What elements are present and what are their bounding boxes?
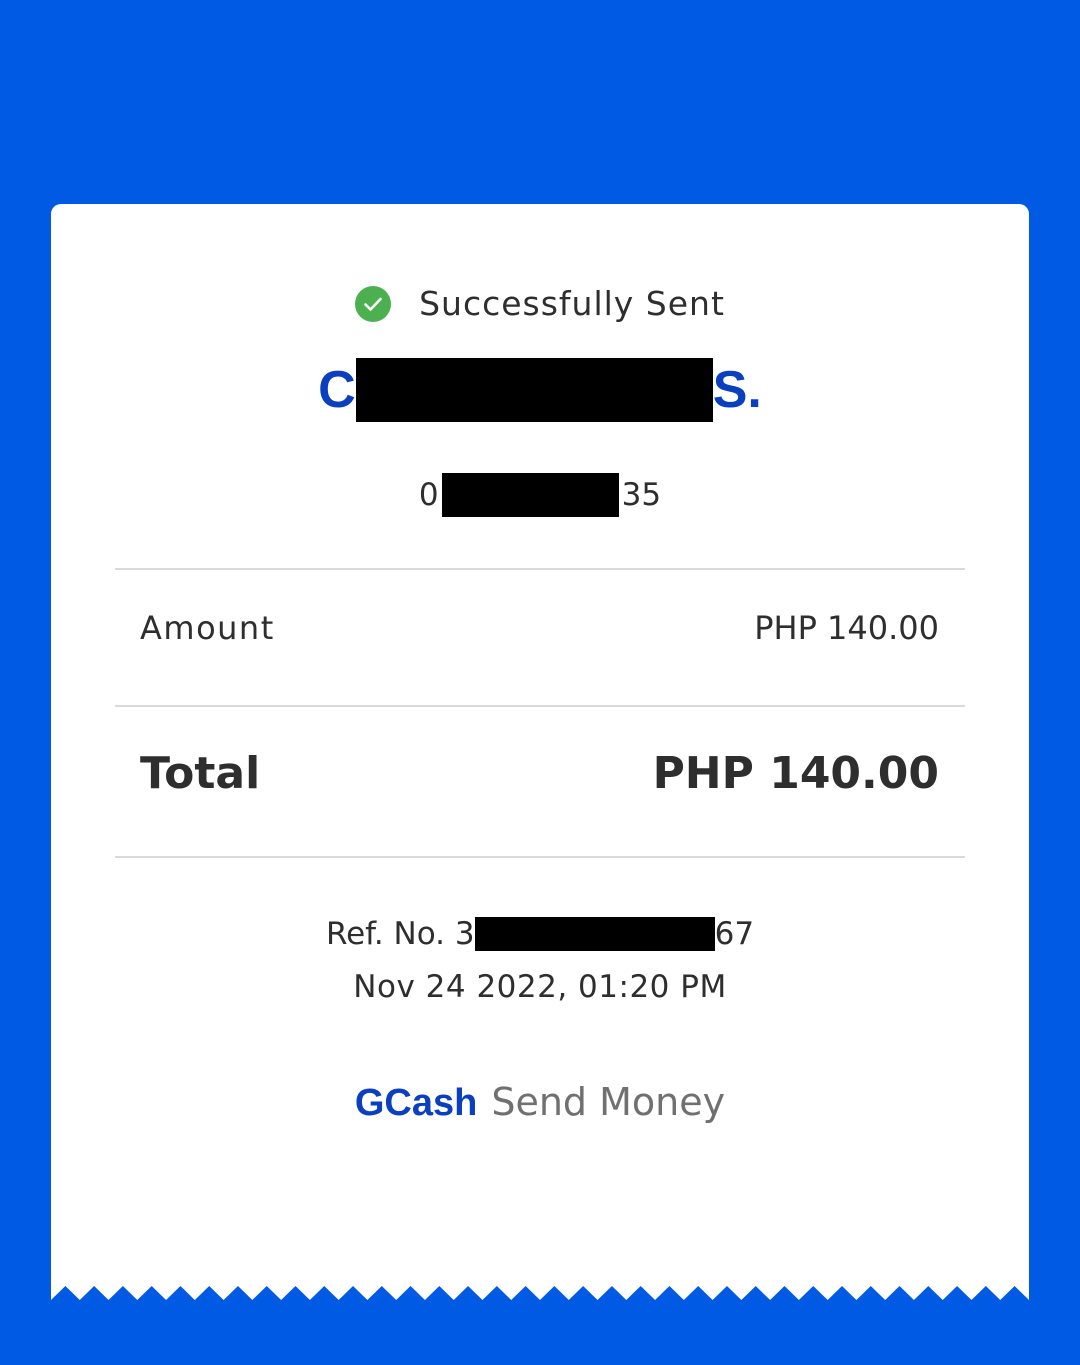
divider bbox=[115, 568, 965, 570]
amount-label: Amount bbox=[140, 609, 275, 647]
recipient-name: C S. bbox=[51, 356, 1029, 424]
receipt-card: Successfully Sent C S. 0 35 Amount PHP 1… bbox=[51, 204, 1029, 1286]
redaction-bar bbox=[355, 358, 713, 422]
divider bbox=[115, 705, 965, 707]
recipient-number-end: 35 bbox=[621, 477, 662, 513]
status-text: Successfully Sent bbox=[419, 284, 725, 323]
total-value: PHP 140.00 bbox=[652, 748, 939, 799]
reference-number: Ref. No. 3 67 bbox=[51, 912, 1029, 956]
redaction-bar bbox=[441, 473, 619, 517]
transaction-timestamp: Nov 24 2022, 01:20 PM bbox=[353, 969, 727, 1005]
status-row: Successfully Sent bbox=[51, 284, 1029, 323]
recipient-number-start: 0 bbox=[418, 477, 439, 513]
service-name: Send Money bbox=[491, 1080, 726, 1124]
receipt-torn-edge bbox=[51, 1280, 1029, 1300]
brand-name: GCash bbox=[354, 1082, 478, 1124]
amount-value: PHP 140.00 bbox=[754, 609, 939, 647]
reference-suffix: 67 bbox=[714, 916, 755, 952]
reference-prefix: Ref. No. 3 bbox=[325, 916, 475, 952]
recipient-name-end: S. bbox=[712, 361, 762, 419]
check-circle-icon bbox=[355, 285, 392, 322]
recipient-name-start: C bbox=[318, 361, 356, 419]
footer-branding: GCash Send Money bbox=[51, 1080, 1029, 1125]
total-label: Total bbox=[140, 748, 261, 799]
total-row: Total PHP 140.00 bbox=[140, 748, 939, 799]
recipient-number: 0 35 bbox=[51, 472, 1029, 518]
amount-row: Amount PHP 140.00 bbox=[140, 609, 939, 647]
divider bbox=[115, 856, 965, 858]
redaction-bar bbox=[474, 917, 715, 951]
